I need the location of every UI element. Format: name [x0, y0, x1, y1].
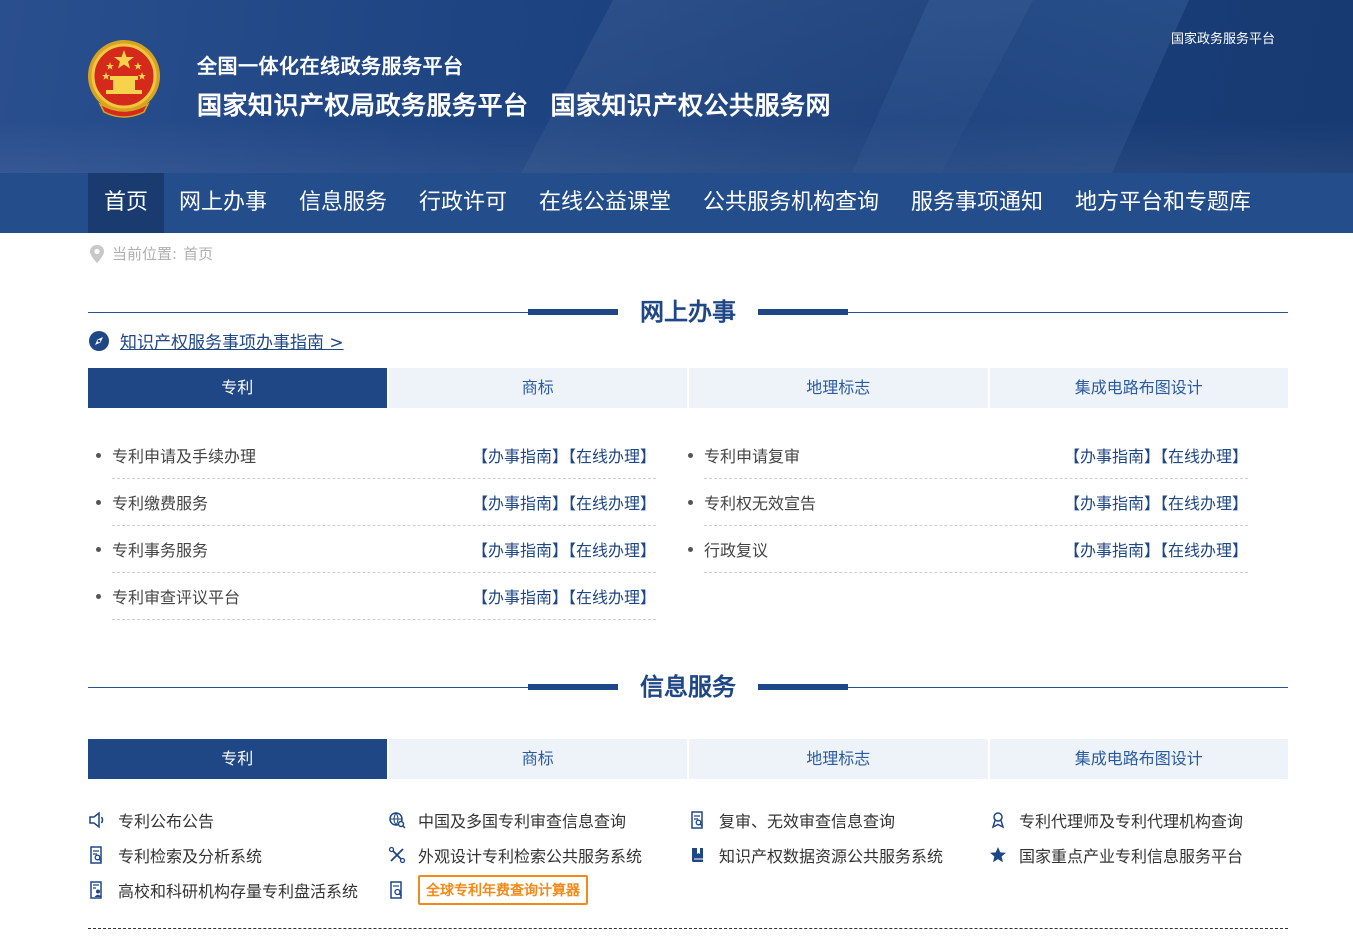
guide-link[interactable]: 【办事指南】	[1064, 494, 1160, 513]
info-item-label: 中国及多国专利审查信息查询	[418, 812, 627, 831]
info-item-multi-country[interactable]: 中国及多国专利审查信息查询	[388, 803, 626, 837]
guide-link[interactable]: 【办事指南】	[1064, 541, 1160, 560]
main-nav: 首页 网上办事 信息服务 行政许可 在线公益课堂 公共服务机构查询 服务事项通知…	[0, 173, 1353, 233]
service-name: 专利申请复审	[704, 447, 801, 466]
nav-item-classroom[interactable]: 在线公益课堂	[539, 173, 671, 233]
info-item-design[interactable]: 外观设计专利检索公共服务系统	[388, 838, 642, 872]
tools-icon	[388, 846, 406, 864]
nav-item-license[interactable]: 行政许可	[419, 173, 507, 233]
nav-item-local[interactable]: 地方平台和专题库	[1075, 173, 1251, 233]
online-tab-ic[interactable]: 集成电路布图设计	[989, 368, 1288, 408]
info-item-label: 国家重点产业专利信息服务平台	[1019, 847, 1244, 866]
nav-item-notice[interactable]: 服务事项通知	[911, 173, 1043, 233]
guide-link[interactable]: 【办事指南】	[472, 447, 568, 466]
service-guide-link[interactable]: 知识产权服务事项办事指南 >	[88, 328, 344, 353]
guide-link[interactable]: 【办事指南】	[472, 494, 568, 513]
info-item-university[interactable]: 高校和科研机构存量专利盘活系统	[88, 873, 358, 907]
info-item-publication[interactable]: 专利公布公告	[88, 803, 214, 837]
online-link[interactable]: 【在线办理】	[1160, 494, 1248, 513]
guide-link[interactable]: 【办事指南】	[1064, 447, 1160, 466]
breadcrumb: 当前位置: 首页	[88, 243, 213, 264]
nav-item-home[interactable]: 首页	[88, 173, 165, 233]
service-name: 行政复议	[704, 541, 769, 560]
service-name: 专利审查评议平台	[112, 588, 241, 607]
info-tabs: 专利 商标 地理标志 集成电路布图设计	[88, 739, 1288, 779]
platform-title-1: 国家知识产权局政务服务平台	[197, 91, 529, 120]
list-item: 专利申请及手续办理 【办事指南】【在线办理】	[96, 432, 656, 479]
service-name: 专利缴费服务	[112, 494, 209, 513]
info-item-label: 复审、无效审查信息查询	[719, 812, 896, 831]
online-link[interactable]: 【在线办理】	[568, 541, 656, 560]
globe-search-icon	[389, 812, 406, 829]
online-tab-geo[interactable]: 地理标志	[689, 368, 988, 408]
bottom-divider	[88, 928, 1288, 929]
info-item-label: 专利检索及分析系统	[118, 847, 263, 866]
info-tab-patent[interactable]: 专利	[88, 739, 387, 779]
document-person-icon	[90, 881, 102, 899]
list-item: 专利缴费服务 【办事指南】【在线办理】	[96, 479, 656, 526]
nav-item-agency[interactable]: 公共服务机构查询	[703, 173, 879, 233]
document-search-icon	[691, 811, 703, 829]
list-item: 专利审查评议平台 【办事指南】【在线办理】	[96, 573, 656, 620]
online-tabs: 专利 商标 地理标志 集成电路布图设计	[88, 368, 1288, 408]
info-tab-geo[interactable]: 地理标志	[689, 739, 988, 779]
online-tab-trademark[interactable]: 商标	[388, 368, 687, 408]
national-emblem-icon	[88, 40, 160, 118]
platform-title: 国家知识产权局政务服务平台 国家知识产权公共服务网	[197, 86, 853, 122]
service-list-right: 专利申请复审 【办事指南】【在线办理】 专利权无效宣告 【办事指南】【在线办理】…	[688, 432, 1248, 573]
info-item-agent[interactable]: 专利代理师及专利代理机构查询	[989, 803, 1243, 837]
list-item: 专利事务服务 【办事指南】【在线办理】	[96, 526, 656, 573]
speaker-icon	[89, 811, 104, 829]
info-item-label: 外观设计专利检索公共服务系统	[418, 847, 643, 866]
info-item-label: 知识产权数据资源公共服务系统	[719, 847, 944, 866]
section-title-online: 网上办事	[88, 292, 1288, 332]
service-list-left: 专利申请及手续办理 【办事指南】【在线办理】 专利缴费服务 【办事指南】【在线办…	[96, 432, 656, 620]
document-search-icon	[90, 846, 102, 864]
info-item-retrieval[interactable]: 专利检索及分析系统	[88, 838, 262, 872]
person-badge-icon	[991, 812, 1005, 829]
list-item: 专利权无效宣告 【办事指南】【在线办理】	[688, 479, 1248, 526]
info-item-reexam[interactable]: 复审、无效审查信息查询	[689, 803, 895, 837]
guide-link[interactable]: 【办事指南】	[472, 588, 568, 607]
breadcrumb-label: 当前位置:	[112, 245, 178, 263]
info-item-fee-calculator[interactable]: 全球专利年费查询计算器	[388, 873, 588, 907]
book-icon	[692, 848, 703, 862]
fee-calculator-button[interactable]: 全球专利年费查询计算器	[418, 875, 588, 905]
service-guide-text[interactable]: 知识产权服务事项办事指南 >	[120, 328, 344, 353]
info-item-label: 专利代理师及专利代理机构查询	[1019, 812, 1244, 831]
nav-item-online[interactable]: 网上办事	[179, 173, 267, 233]
national-gov-service-link[interactable]: 国家政务服务平台	[1171, 28, 1275, 47]
section-title-info-text: 信息服务	[640, 673, 736, 701]
location-pin-icon	[90, 244, 104, 263]
nav-item-info[interactable]: 信息服务	[299, 173, 387, 233]
service-name: 专利事务服务	[112, 541, 209, 560]
platform-subtitle: 全国一体化在线政务服务平台	[197, 54, 464, 78]
online-link[interactable]: 【在线办理】	[568, 447, 656, 466]
online-link[interactable]: 【在线办理】	[1160, 541, 1248, 560]
online-link[interactable]: 【在线办理】	[1160, 447, 1248, 466]
info-item-label: 高校和科研机构存量专利盘活系统	[118, 882, 359, 901]
online-link[interactable]: 【在线办理】	[568, 588, 656, 607]
service-name: 专利权无效宣告	[704, 494, 817, 513]
list-item: 行政复议 【办事指南】【在线办理】	[688, 526, 1248, 573]
info-item-label: 专利公布公告	[118, 812, 215, 831]
info-tab-trademark[interactable]: 商标	[388, 739, 687, 779]
list-item: 专利申请复审 【办事指南】【在线办理】	[688, 432, 1248, 479]
online-tab-patent[interactable]: 专利	[88, 368, 387, 408]
info-item-data-resource[interactable]: 知识产权数据资源公共服务系统	[689, 838, 943, 872]
breadcrumb-current[interactable]: 首页	[183, 243, 213, 264]
section-title-online-text: 网上办事	[640, 298, 736, 326]
info-tab-ic[interactable]: 集成电路布图设计	[989, 739, 1288, 779]
service-name: 专利申请及手续办理	[112, 447, 257, 466]
info-item-key-industry[interactable]: 国家重点产业专利信息服务平台	[989, 838, 1243, 872]
section-title-info: 信息服务	[88, 667, 1288, 707]
calculator-icon	[390, 881, 402, 899]
guide-link[interactable]: 【办事指南】	[472, 541, 568, 560]
platform-title-2: 国家知识产权公共服务网	[550, 91, 832, 120]
star-icon	[990, 847, 1006, 863]
compass-icon	[89, 330, 109, 351]
site-header: 国家政务服务平台 全国一体化在线政务服务平台 国家知识产权局政务服务平台 国家知识…	[0, 0, 1353, 173]
online-link[interactable]: 【在线办理】	[568, 494, 656, 513]
